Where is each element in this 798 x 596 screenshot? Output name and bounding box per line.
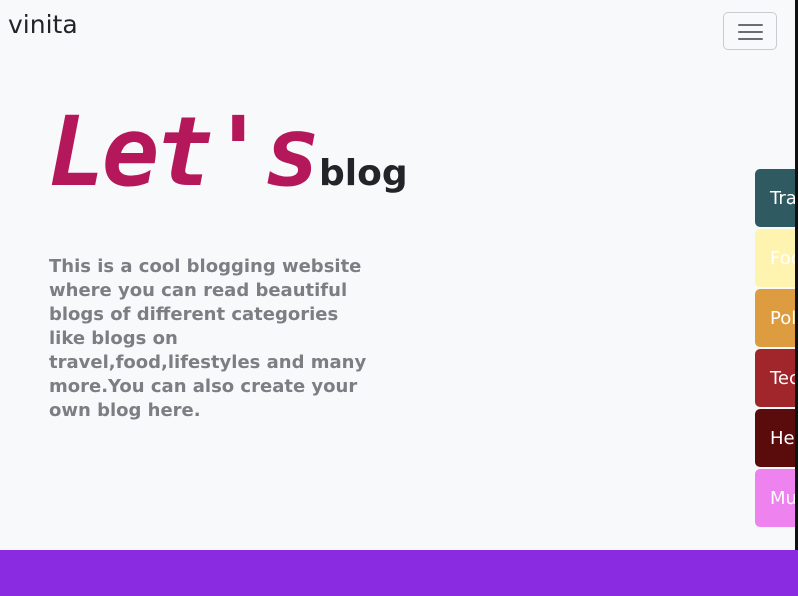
hero-description: This is a cool blogging website where yo… [49, 256, 367, 421]
hamburger-menu-icon [738, 24, 763, 26]
category-tab-travel[interactable]: Tra [755, 169, 798, 227]
page: vinita Let'sblog This is a cool blogging… [0, 0, 798, 596]
category-tab-food[interactable]: Foo [755, 229, 798, 287]
hero-title-sub: blog [318, 153, 408, 194]
category-tab-politics[interactable]: Pol [755, 289, 798, 347]
category-tab-health[interactable]: He [755, 409, 798, 467]
footer-band [0, 550, 798, 596]
hero-title-main: Let's [48, 96, 321, 208]
navbar-toggler-button[interactable] [723, 12, 777, 50]
category-tabs: Tra Foo Pol Tec He Mu [755, 169, 798, 529]
hamburger-bar [738, 31, 763, 33]
hero-title: Let'sblog [48, 100, 408, 204]
navbar-brand[interactable]: vinita [8, 8, 78, 42]
hamburger-bar [738, 38, 763, 40]
category-tab-music[interactable]: Mu [755, 469, 798, 527]
category-tab-technology[interactable]: Tec [755, 349, 798, 407]
